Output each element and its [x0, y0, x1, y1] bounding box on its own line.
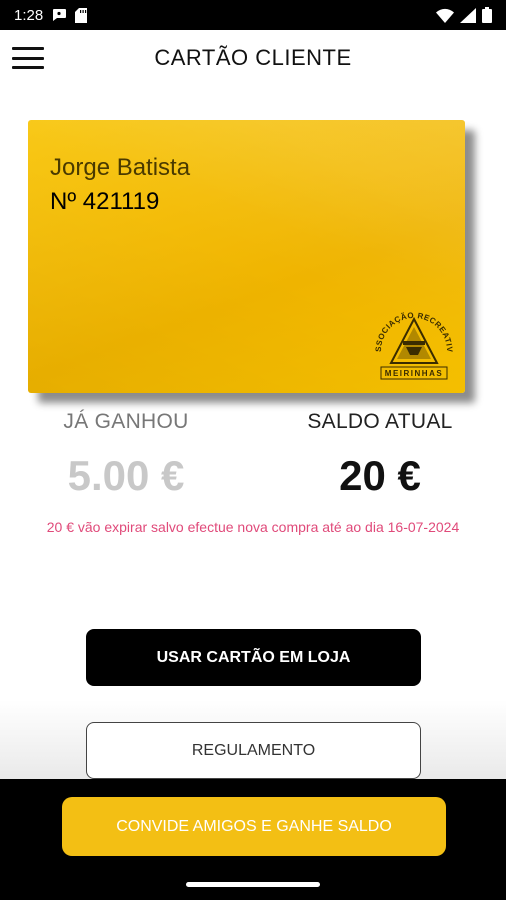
- status-bar: 1:28: [0, 0, 506, 30]
- chat-bubble-icon: [51, 8, 67, 22]
- earned-value: 5.00 €: [67, 452, 185, 499]
- invite-friends-button[interactable]: CONVIDE AMIGOS E GANHE SALDO: [62, 797, 446, 856]
- card-number: Nº 421119: [50, 188, 160, 215]
- earned-label: JÁ GANHOU: [63, 410, 189, 433]
- status-time: 1:28: [14, 6, 44, 24]
- hamburger-menu-icon[interactable]: [12, 44, 44, 72]
- balances-section: JÁ GANHOU 5.00 € SALDO ATUAL 20 €: [0, 410, 506, 500]
- app-bar: CARTÃO CLIENTE: [0, 30, 506, 86]
- current-balance: SALDO ATUAL 20 €: [270, 410, 490, 500]
- battery-icon: [482, 7, 492, 23]
- gesture-nav-handle[interactable]: [186, 882, 320, 887]
- card-holder-name: Jorge Batista: [50, 154, 191, 181]
- current-balance-value: 20 €: [339, 452, 421, 499]
- earned-balance: JÁ GANHOU 5.00 €: [16, 410, 236, 500]
- use-card-in-store-button[interactable]: USAR CARTÃO EM LOJA: [86, 629, 421, 686]
- signal-icon: [460, 7, 476, 23]
- page-title: CARTÃO CLIENTE: [154, 45, 352, 70]
- loyalty-card[interactable]: Jorge Batista Nº 421119 ASSOCIAÇÃO RECRE…: [28, 120, 465, 393]
- sd-card-icon: [75, 7, 88, 23]
- svg-text:MEIRINHAS: MEIRINHAS: [385, 369, 443, 378]
- expiration-notice: 20 € vão expirar salvo efectue nova comp…: [46, 519, 460, 535]
- association-logo: ASSOCIAÇÃO RECREATIVA MEIRINHAS: [370, 294, 455, 383]
- rules-button[interactable]: REGULAMENTO: [86, 722, 421, 779]
- wifi-icon: [436, 8, 454, 23]
- current-balance-label: SALDO ATUAL: [307, 410, 453, 433]
